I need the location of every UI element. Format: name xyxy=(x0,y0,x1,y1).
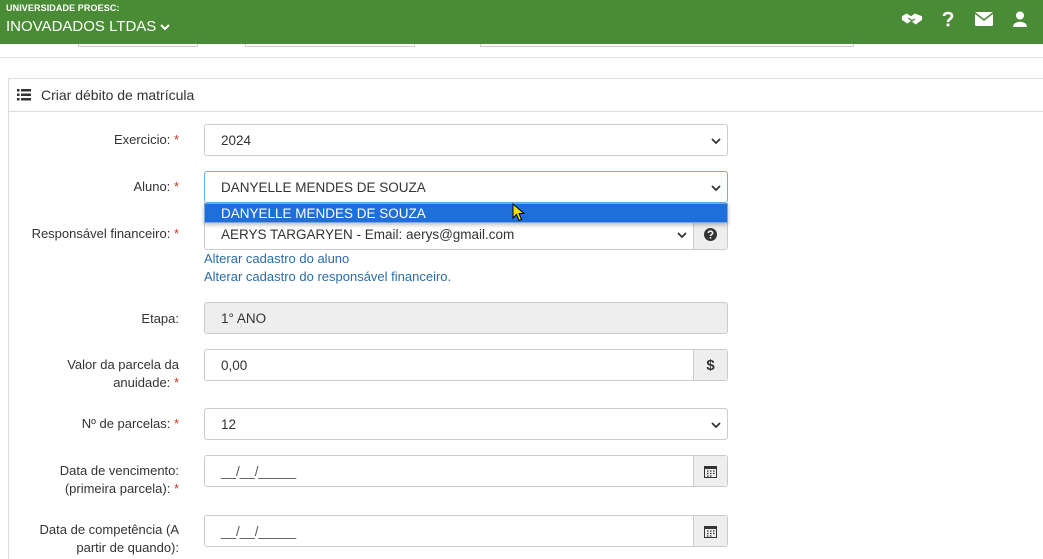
previous-section xyxy=(0,44,1043,58)
parcelas-label: Nº de parcelas: * xyxy=(81,416,179,431)
edit-guardian-link[interactable]: Alterar cadastro do responsável financei… xyxy=(204,269,451,284)
chevron-down-icon xyxy=(160,23,171,30)
etapa-value: 1° ANO xyxy=(221,310,267,326)
competencia-value: __/__/_____ xyxy=(221,523,297,539)
calendar-button[interactable] xyxy=(693,516,727,546)
top-bar: UNIVERSIDADE PROESC: INOVADADOS LTDAS xyxy=(0,0,1043,44)
etapa-field: 1° ANO xyxy=(204,302,728,334)
exercicio-select[interactable]: 2024 xyxy=(204,124,728,156)
aluno-label: Aluno: * xyxy=(133,179,179,194)
list-icon xyxy=(17,89,31,101)
envelope-icon[interactable] xyxy=(973,9,995,29)
responsavel-value: AERYS TARGARYEN - Email: aerys@gmail.com xyxy=(221,226,515,242)
edit-student-link[interactable]: Alterar cadastro do aluno xyxy=(204,251,349,266)
valor-input[interactable]: 0,00 $ xyxy=(204,349,728,381)
aluno-dropdown-option[interactable]: DANYELLE MENDES DE SOUZA xyxy=(204,203,728,223)
exercicio-value: 2024 xyxy=(221,132,252,148)
responsavel-label: Responsável financeiro: * xyxy=(31,226,179,241)
mouse-cursor-icon xyxy=(512,203,526,222)
chevron-down-icon xyxy=(711,422,721,429)
calendar-icon xyxy=(704,525,717,538)
chevron-down-icon xyxy=(711,138,721,145)
calendar-icon xyxy=(704,465,717,478)
question-circle-icon xyxy=(704,227,717,241)
company-selector[interactable]: INOVADADOS LTDAS xyxy=(6,18,171,35)
user-icon[interactable] xyxy=(1009,9,1031,29)
vencimento-input[interactable]: __/__/_____ xyxy=(204,455,728,487)
aluno-select[interactable]: DANYELLE MENDES DE SOUZA xyxy=(204,171,728,203)
parcelas-value: 12 xyxy=(221,416,237,432)
question-icon[interactable] xyxy=(937,9,959,29)
vencimento-label: Data de vencimento: (primeira parcela): … xyxy=(59,463,179,496)
exercicio-label: Exercicio: * xyxy=(113,132,179,147)
chevron-down-icon xyxy=(711,185,721,192)
chevron-down-icon xyxy=(677,232,687,239)
aluno-value: DANYELLE MENDES DE SOUZA xyxy=(221,179,426,195)
org-name: UNIVERSIDADE PROESC: xyxy=(6,3,120,13)
competencia-input[interactable]: __/__/_____ xyxy=(204,515,728,547)
help-button[interactable] xyxy=(693,219,727,249)
company-name: INOVADADOS LTDAS xyxy=(6,18,157,35)
parcelas-select[interactable]: 12 xyxy=(204,408,728,440)
competencia-label: Data de competência (A partir de quando)… xyxy=(39,522,179,555)
panel-header: Criar débito de matrícula xyxy=(9,79,1043,112)
valor-value: 0,00 xyxy=(221,357,248,373)
valor-label: Valor da parcela da anuidade: * xyxy=(67,357,179,390)
handshake-icon[interactable] xyxy=(901,9,923,29)
panel-title: Criar débito de matrícula xyxy=(41,87,195,103)
currency-addon: $ xyxy=(693,350,727,380)
vencimento-value: __/__/_____ xyxy=(221,463,297,479)
calendar-button[interactable] xyxy=(693,456,727,486)
etapa-label: Etapa: xyxy=(141,311,179,326)
